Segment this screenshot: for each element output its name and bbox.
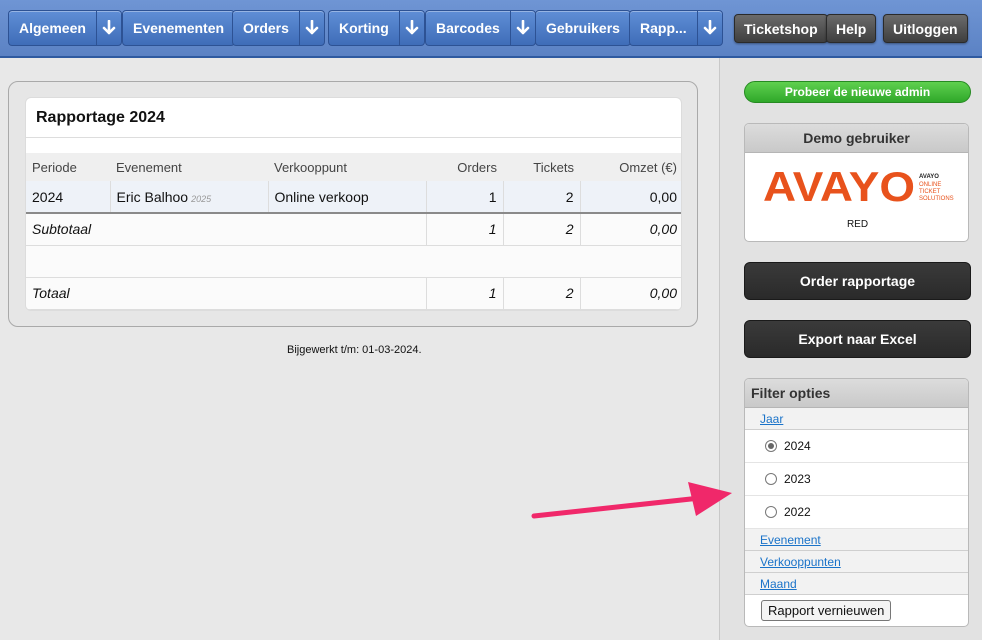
arrow-down-icon[interactable] bbox=[509, 10, 536, 46]
year-label: 2022 bbox=[784, 505, 811, 519]
cell-tickets: 2 bbox=[502, 181, 580, 214]
report-panel: Rapportage 2024 Periode Evenement Verkoo… bbox=[8, 81, 698, 327]
order-report-button[interactable]: Order rapportage bbox=[744, 262, 971, 300]
nav-group-rapportage: Rapp... bbox=[629, 10, 723, 46]
demo-caption: RED bbox=[846, 219, 869, 230]
cell-orders: 1 bbox=[425, 181, 503, 214]
cell-omzet: 0,00 bbox=[579, 181, 681, 214]
arrow-down-icon[interactable] bbox=[398, 10, 425, 46]
spacer-cell bbox=[26, 245, 681, 278]
logout-button[interactable]: Uitloggen bbox=[883, 14, 968, 43]
logo-sub-4: SOLUTIONS bbox=[919, 196, 954, 202]
event-year: 2025 bbox=[191, 193, 212, 204]
logo-sub-3: TICKET bbox=[919, 189, 941, 195]
nav-group-orders: Orders bbox=[232, 10, 325, 46]
total-orders: 1 bbox=[425, 277, 503, 310]
radio-icon[interactable] bbox=[765, 506, 777, 518]
ticketshop-button[interactable]: Ticketshop bbox=[734, 14, 828, 43]
column-header-orders: Orders bbox=[426, 153, 503, 181]
nav-group-korting: Korting bbox=[328, 10, 425, 46]
table-header-row: Periode Evenement Verkooppunt Orders Tic… bbox=[26, 153, 681, 181]
nav-korting-button[interactable]: Korting bbox=[328, 10, 399, 46]
report-title: Rapportage 2024 bbox=[26, 98, 681, 138]
logo-sub-1: AVAYO bbox=[919, 174, 939, 180]
nav-algemeen-button[interactable]: Algemeen bbox=[8, 10, 96, 46]
demo-user-title: Demo gebruiker bbox=[745, 124, 968, 153]
year-label: 2024 bbox=[784, 439, 811, 453]
sidebar: Probeer de nieuwe admin Demo gebruiker A… bbox=[719, 58, 982, 640]
logo-wordmark: AVAYO bbox=[763, 168, 915, 208]
avayo-logo: AVAYO AVAYO ONLINE TICKET SOLUTIONS bbox=[763, 168, 954, 208]
filter-maand-link[interactable]: Maand bbox=[745, 573, 968, 595]
column-header-verkooppunt: Verkooppunt bbox=[268, 153, 426, 181]
year-option-2022[interactable]: 2022 bbox=[745, 496, 968, 529]
subtotal-omzet: 0,00 bbox=[579, 213, 681, 246]
last-updated-text: Bijgewerkt t/m: 01-03-2024. bbox=[287, 344, 422, 356]
total-omzet: 0,00 bbox=[579, 277, 681, 310]
nav-group-barcodes: Barcodes bbox=[425, 10, 536, 46]
new-admin-button[interactable]: Probeer de nieuwe admin bbox=[744, 81, 971, 103]
subtotal-row: Subtotaal 1 2 0,00 bbox=[26, 213, 681, 246]
table-row: 2024 Eric Balhoo 2025 Online verkoop 1 2 … bbox=[26, 181, 681, 214]
nav-rapportage-button[interactable]: Rapp... bbox=[629, 10, 697, 46]
logo-sub-2: ONLINE bbox=[919, 182, 941, 188]
filter-jaar-link[interactable]: Jaar bbox=[745, 408, 968, 430]
annotation-arrow-icon bbox=[531, 482, 732, 519]
radio-checked-icon[interactable] bbox=[765, 440, 777, 452]
nav-gebruikers-button[interactable]: Gebruikers bbox=[535, 10, 631, 46]
filter-options-title: Filter opties bbox=[745, 379, 968, 408]
nav-evenementen-button[interactable]: Evenementen bbox=[122, 10, 236, 46]
top-navigation: Algemeen Evenementen Orders Korting Barc… bbox=[0, 0, 982, 58]
nav-orders-button[interactable]: Orders bbox=[232, 10, 299, 46]
demo-user-box: Demo gebruiker AVAYO AVAYO ONLINE TICKET… bbox=[744, 123, 969, 242]
column-header-periode: Periode bbox=[26, 153, 110, 181]
event-name: Eric Balhoo bbox=[116, 188, 189, 205]
spacer-row bbox=[26, 245, 681, 278]
nav-barcodes-button[interactable]: Barcodes bbox=[425, 10, 510, 46]
refresh-report-button[interactable]: Rapport vernieuwen bbox=[761, 600, 892, 621]
cell-evenement: Eric Balhoo 2025 bbox=[109, 181, 268, 214]
nav-group-algemeen: Algemeen bbox=[8, 10, 122, 46]
column-header-omzet: Omzet (€) bbox=[580, 153, 681, 181]
column-header-evenement: Evenement bbox=[110, 153, 268, 181]
export-excel-button[interactable]: Export naar Excel bbox=[744, 320, 971, 358]
cell-verkooppunt: Online verkoop bbox=[267, 181, 426, 214]
report-card: Rapportage 2024 Periode Evenement Verkoo… bbox=[25, 97, 682, 311]
year-option-2023[interactable]: 2023 bbox=[745, 463, 968, 496]
arrow-down-icon[interactable] bbox=[95, 10, 122, 46]
year-option-2024[interactable]: 2024 bbox=[745, 430, 968, 463]
filter-evenement-link[interactable]: Evenement bbox=[745, 529, 968, 551]
nav-group-evenementen: Evenementen bbox=[122, 10, 236, 46]
report-table: Periode Evenement Verkooppunt Orders Tic… bbox=[26, 153, 681, 310]
filter-verkooppunten-link[interactable]: Verkooppunten bbox=[745, 551, 968, 573]
arrow-down-icon[interactable] bbox=[298, 10, 325, 46]
subtotal-orders: 1 bbox=[425, 213, 503, 246]
total-label: Totaal bbox=[26, 277, 426, 310]
column-header-tickets: Tickets bbox=[503, 153, 580, 181]
total-row: Totaal 1 2 0,00 bbox=[26, 277, 681, 310]
subtotal-tickets: 2 bbox=[502, 213, 580, 246]
radio-icon[interactable] bbox=[765, 473, 777, 485]
arrow-down-icon[interactable] bbox=[696, 10, 723, 46]
nav-group-gebruikers: Gebruikers bbox=[535, 10, 631, 46]
total-tickets: 2 bbox=[502, 277, 580, 310]
help-button[interactable]: Help bbox=[826, 14, 877, 43]
cell-periode: 2024 bbox=[26, 181, 110, 214]
filter-options-box: Filter opties Jaar 2024 2023 2022 Evenem… bbox=[744, 378, 969, 627]
subtotal-label: Subtotaal bbox=[26, 213, 426, 246]
year-label: 2023 bbox=[784, 472, 811, 486]
